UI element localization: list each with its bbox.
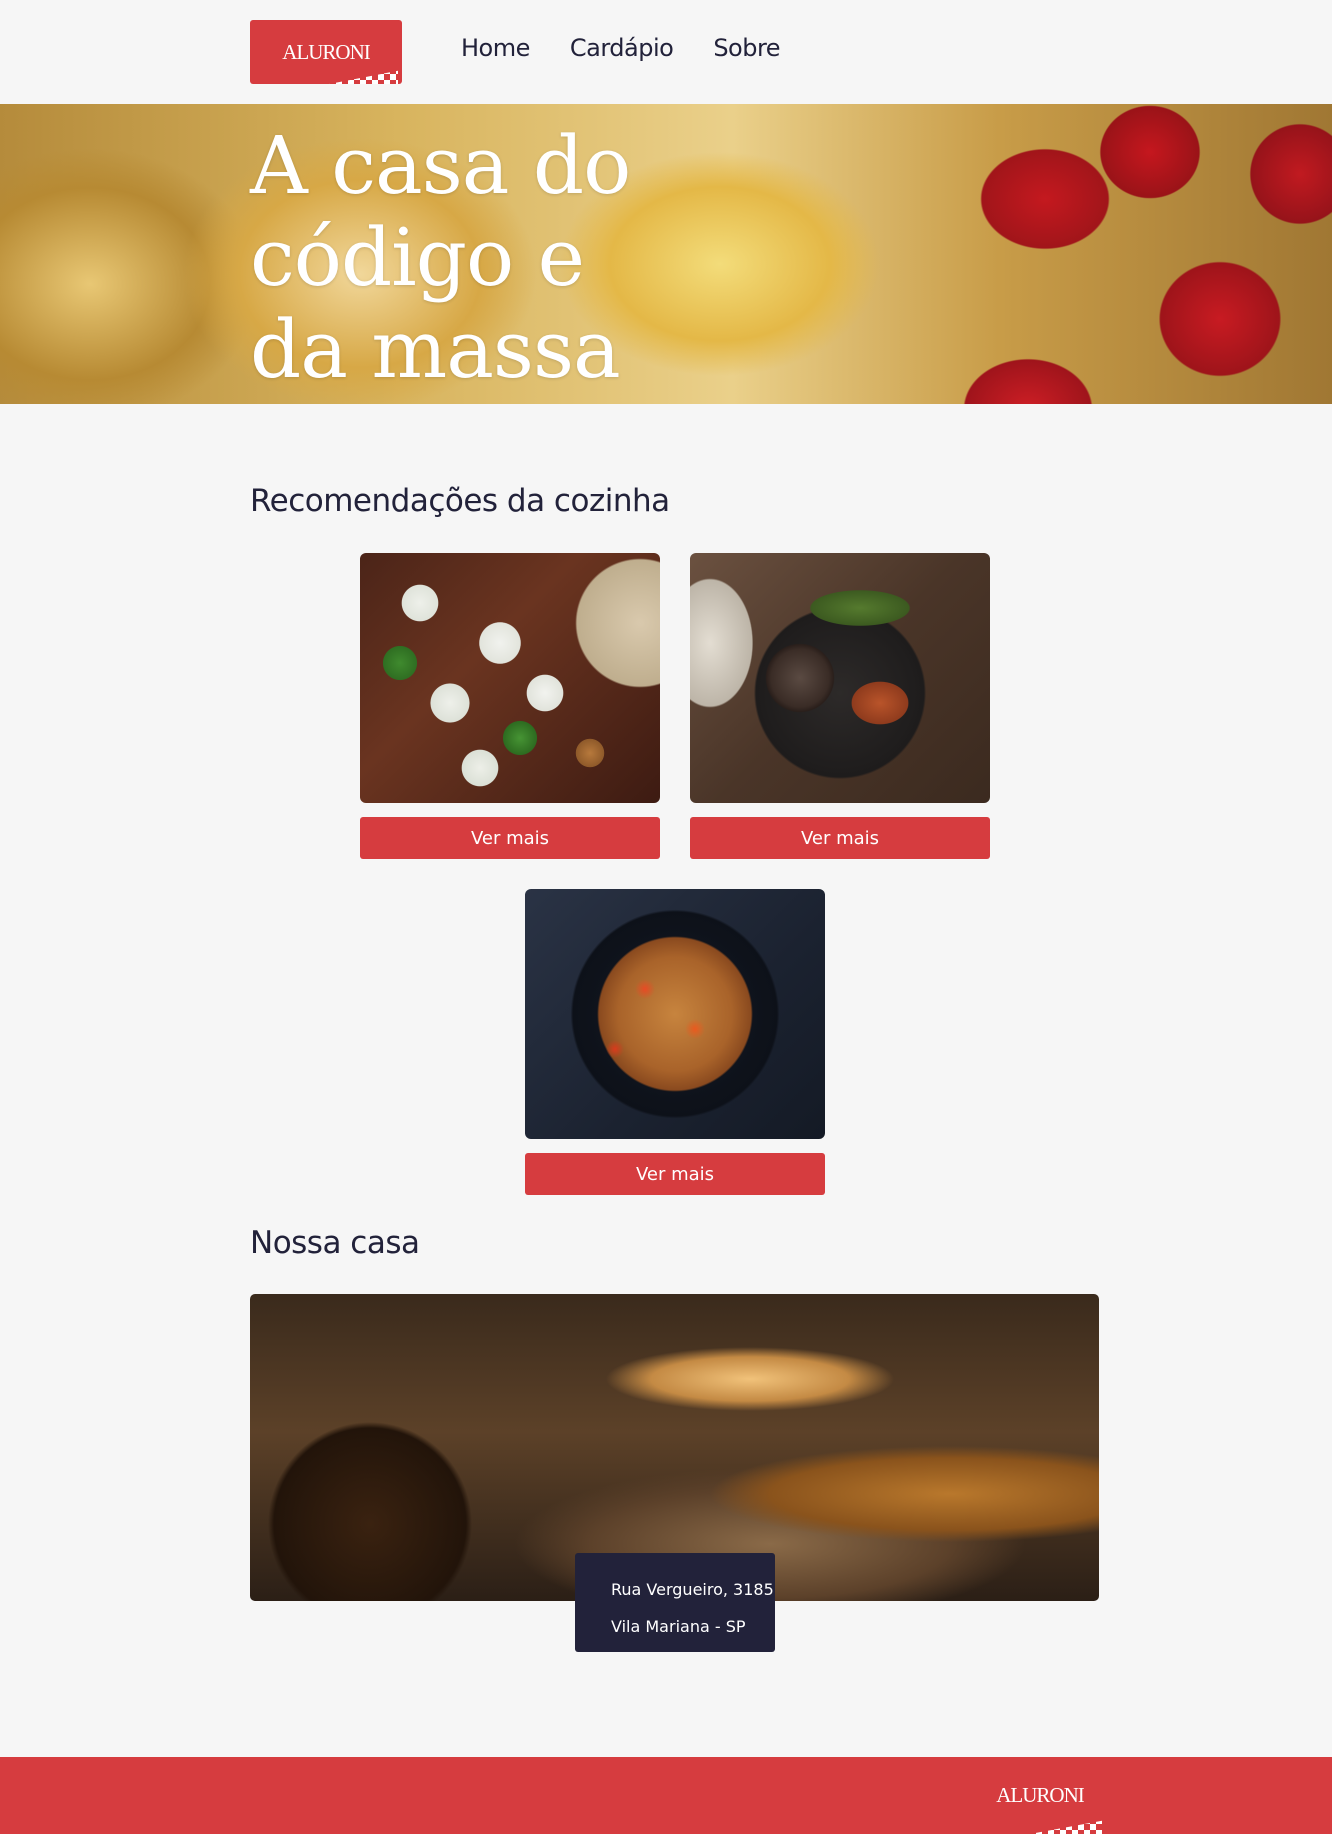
nossa-casa-title: Nossa casa [250, 1225, 420, 1261]
dish-card-2: Ver mais [690, 553, 990, 859]
site-footer: ALURONI [0, 1757, 1332, 1834]
ver-mais-button-3[interactable]: Ver mais [525, 1153, 825, 1195]
hero-title: A casa do código e da massa [250, 119, 631, 396]
hero-title-line-2: código e [250, 211, 585, 304]
dish-card-3: Ver mais [525, 889, 825, 1195]
footer-logo-text: ALURONI [996, 1783, 1085, 1807]
dish-card-1: Ver mais [360, 553, 660, 859]
recommendations-title: Recomendações da cozinha [250, 483, 670, 519]
address-street: Rua Vergueiro, 3185 [611, 1580, 774, 1599]
logo[interactable]: ALURONI [250, 20, 402, 84]
dish-image-1 [360, 553, 660, 803]
dish-image-3 [525, 889, 825, 1139]
ver-mais-button-2[interactable]: Ver mais [690, 817, 990, 859]
logo-text: ALURONI [282, 40, 371, 64]
hero-banner: A casa do código e da massa [0, 104, 1332, 404]
footer-logo[interactable]: ALURONI [978, 1783, 1102, 1834]
hero-title-line-1: A casa do [250, 119, 631, 212]
nav-sobre-link[interactable]: Sobre [713, 34, 780, 62]
address-neighborhood: Vila Mariana - SP [611, 1617, 746, 1636]
site-header: ALURONI Home Cardápio Sobre [0, 0, 1332, 104]
checker-pattern-icon [329, 70, 398, 84]
main-nav: Home Cardápio Sobre [461, 34, 781, 62]
footer-checker-pattern-icon [1030, 1820, 1102, 1834]
hero-title-line-3: da massa [250, 303, 621, 396]
nav-home-link[interactable]: Home [461, 34, 530, 62]
dish-image-2 [690, 553, 990, 803]
address-box: Rua Vergueiro, 3185 Vila Mariana - SP [575, 1553, 775, 1652]
ver-mais-button-1[interactable]: Ver mais [360, 817, 660, 859]
nav-cardapio-link[interactable]: Cardápio [570, 34, 674, 62]
